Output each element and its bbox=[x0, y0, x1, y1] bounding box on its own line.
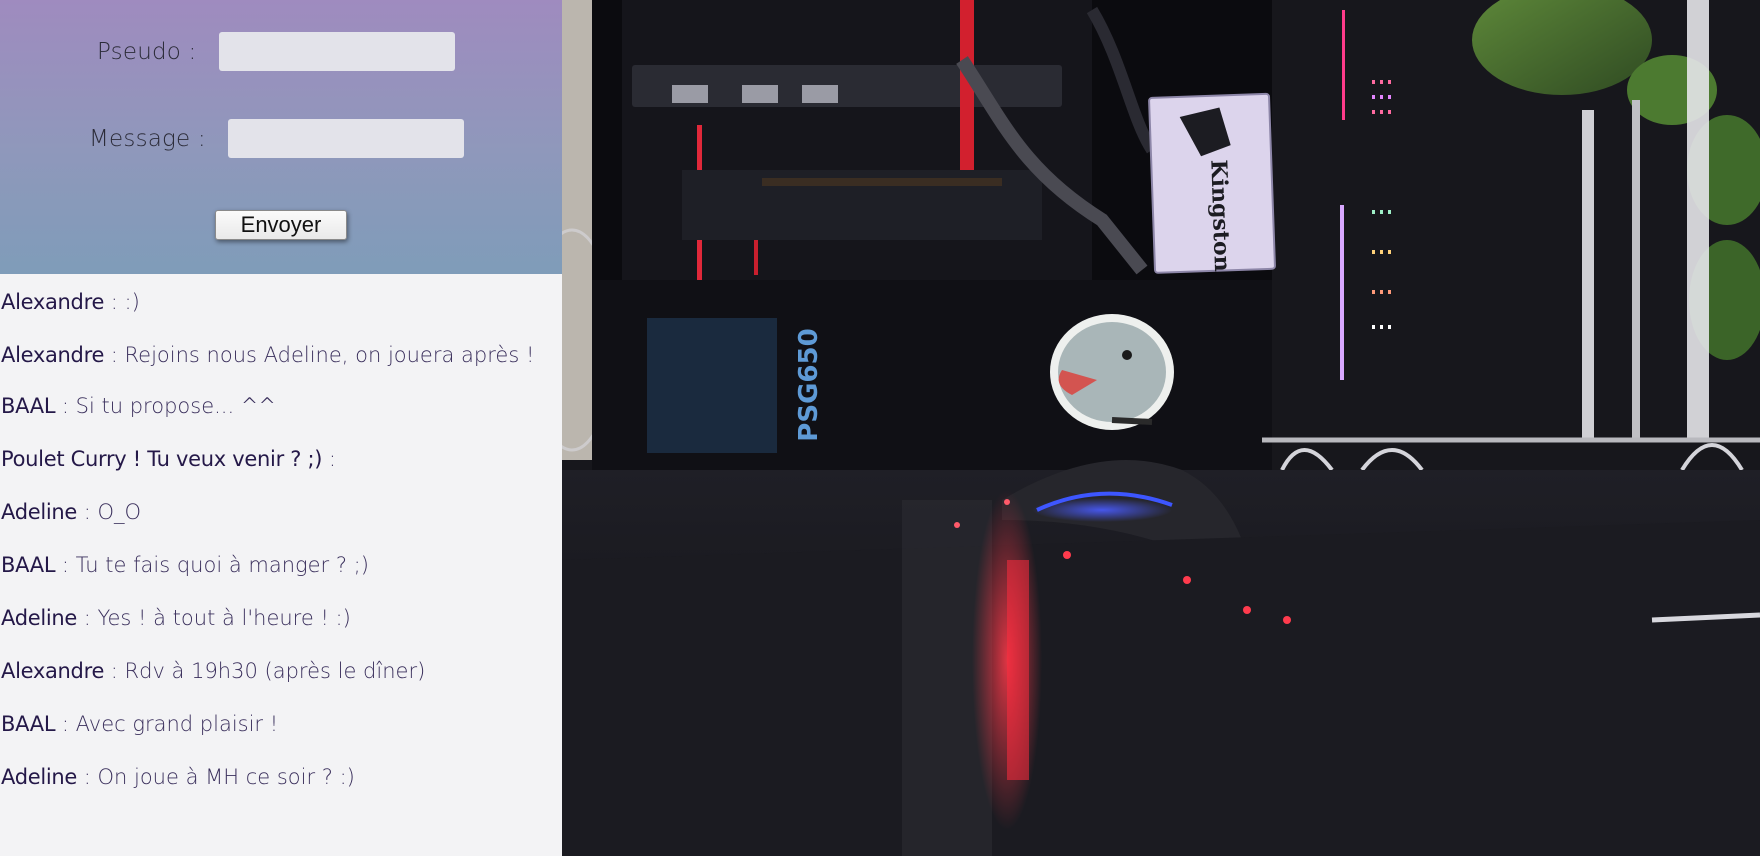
chat-form: Pseudo : Message : Envoyer bbox=[0, 0, 562, 274]
chat-message: Alexandre : Rdv à 19h30 (après le dîner) bbox=[0, 657, 562, 685]
message-list: Alexandre : :) Alexandre : Rejoins nous … bbox=[0, 274, 562, 791]
message-author: Alexandre bbox=[1, 343, 105, 367]
message-text: : Rejoins nous Adeline, on jouera après … bbox=[104, 343, 535, 367]
white-rail bbox=[1582, 110, 1594, 440]
message-text: : On joue à MH ce soir ? :) bbox=[77, 765, 355, 789]
chat-message: Alexandre : Rejoins nous Adeline, on jou… bbox=[0, 341, 562, 369]
chat-message: Adeline : Yes ! à tout à l'heure ! :) bbox=[0, 604, 562, 632]
rgb-led-bar bbox=[1340, 205, 1344, 380]
send-button[interactable]: Envoyer bbox=[215, 210, 347, 240]
message-input[interactable] bbox=[227, 119, 464, 158]
pseudo-row: Pseudo : bbox=[97, 32, 455, 71]
dog-sticker bbox=[1050, 314, 1174, 430]
pcie-slot bbox=[762, 178, 1002, 186]
chat-message: Adeline : O_O bbox=[0, 498, 562, 526]
white-rail bbox=[1632, 100, 1640, 440]
white-rope bbox=[1687, 0, 1709, 440]
pc-setup-illustration: Kingston PSG650 bbox=[562, 0, 1760, 856]
chat-message: Poulet Curry ! Tu veux venir ? ;) : bbox=[0, 445, 562, 473]
message-text: : Rdv à 19h30 (après le dîner) bbox=[104, 659, 426, 683]
message-text: : bbox=[322, 447, 336, 471]
page: Pseudo : Message : Envoyer Alexandre : :… bbox=[0, 0, 1760, 856]
gpu-fin bbox=[802, 85, 838, 103]
pseudo-label: Pseudo : bbox=[97, 38, 197, 65]
message-text: : Yes ! à tout à l'heure ! :) bbox=[77, 606, 351, 630]
message-label: Message : bbox=[89, 125, 206, 152]
chat-message: Alexandre : :) bbox=[0, 288, 562, 316]
pseudo-input[interactable] bbox=[218, 32, 455, 71]
kingston-ssd: Kingston bbox=[1148, 92, 1276, 274]
message-author: Alexandre bbox=[1, 659, 105, 683]
message-text: : Avec grand plaisir ! bbox=[55, 712, 279, 736]
message-author: BAAL bbox=[1, 553, 56, 577]
rgb-led-bar bbox=[1342, 10, 1345, 120]
message-text: : :) bbox=[104, 290, 140, 314]
background-photo: Kingston PSG650 bbox=[562, 0, 1760, 856]
message-author: Adeline bbox=[1, 606, 78, 630]
psu-model-label: PSG650 bbox=[794, 328, 824, 441]
message-author: Alexandre bbox=[1, 290, 105, 314]
message-author: BAAL bbox=[1, 712, 56, 736]
chat-message: Adeline : On joue à MH ce soir ? :) bbox=[0, 763, 562, 791]
message-text: : O_O bbox=[77, 500, 142, 524]
chat-message: BAAL : Avec grand plaisir ! bbox=[0, 710, 562, 738]
chat-panel: Pseudo : Message : Envoyer Alexandre : :… bbox=[0, 0, 562, 856]
message-row: Message : bbox=[89, 119, 464, 158]
message-text: : Si tu propose... ^^ bbox=[55, 394, 277, 418]
psu-label-plate bbox=[647, 318, 777, 453]
message-text: : Tu te fais quoi à manger ? ;) bbox=[55, 553, 369, 577]
message-author: BAAL bbox=[1, 394, 56, 418]
ssd-brand-label: Kingston bbox=[1205, 159, 1235, 272]
message-author: Adeline bbox=[1, 765, 78, 789]
gpu-fin bbox=[742, 85, 778, 103]
chat-message: BAAL : Si tu propose... ^^ bbox=[0, 392, 562, 420]
red-led-strip bbox=[960, 0, 974, 190]
message-author: Poulet Curry ! Tu veux venir ? ;) bbox=[1, 447, 323, 471]
chat-message: BAAL : Tu te fais quoi à manger ? ;) bbox=[0, 551, 562, 579]
gpu-fin bbox=[672, 85, 708, 103]
message-author: Adeline bbox=[1, 500, 78, 524]
